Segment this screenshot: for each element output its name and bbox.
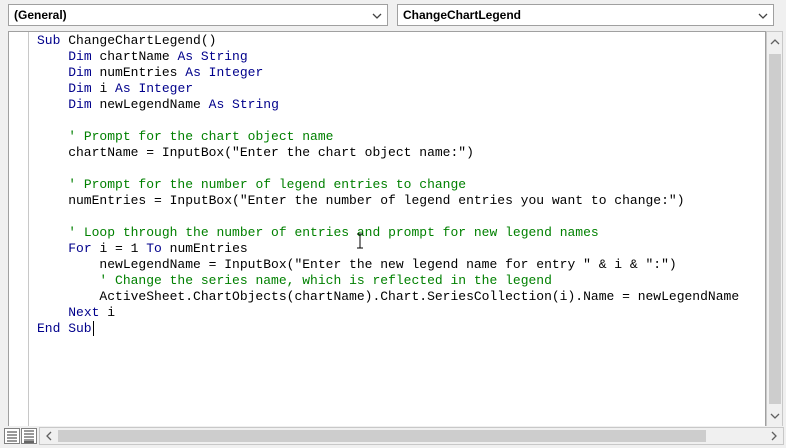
scroll-up-arrow-icon[interactable]	[769, 36, 781, 48]
code-token: i = 1	[99, 241, 147, 256]
procedure-view-icon	[7, 431, 17, 442]
code-line[interactable]: ' Change the series name, which is refle…	[37, 273, 739, 289]
keyword-token: As String	[208, 97, 279, 112]
procedure-dropdown-value: ChangeChartLegend	[403, 8, 522, 22]
code-token: newLegendName	[99, 97, 209, 112]
code-line[interactable]: For i = 1 To numEntries	[37, 241, 739, 257]
horizontal-scrollbar[interactable]	[39, 427, 784, 445]
keyword-token: Dim	[68, 49, 100, 64]
keyword-token: To	[146, 241, 170, 256]
code-line[interactable]	[37, 209, 739, 225]
comment-token: ' Prompt for the chart object name	[68, 129, 334, 144]
code-line[interactable]: Dim numEntries As Integer	[37, 65, 739, 81]
object-dropdown[interactable]: (General)	[8, 4, 388, 26]
keyword-token: Next	[68, 305, 108, 320]
code-line[interactable]: End Sub	[37, 321, 739, 337]
code-line[interactable]: newLegendName = InputBox("Enter the new …	[37, 257, 739, 273]
scroll-right-arrow-icon[interactable]	[768, 430, 780, 442]
object-dropdown-value: (General)	[14, 8, 67, 22]
keyword-token: Dim	[68, 81, 100, 96]
code-line[interactable]: ' Loop through the number of entries and…	[37, 225, 739, 241]
code-line[interactable]: ' Prompt for the chart object name	[37, 129, 739, 145]
full-module-view-icon	[24, 430, 34, 443]
keyword-token: For	[68, 241, 100, 256]
vertical-scrollbar[interactable]	[766, 31, 783, 427]
ibeam-cursor-icon	[357, 233, 363, 249]
keyword-token: Sub	[37, 33, 69, 48]
code-line[interactable]: Dim chartName As String	[37, 49, 739, 65]
code-token: numEntries	[99, 65, 186, 80]
chevron-down-icon[interactable]	[371, 10, 383, 22]
procedure-view-button[interactable]	[4, 428, 20, 444]
code-line[interactable]	[37, 161, 739, 177]
code-line[interactable]: ' Prompt for the number of legend entrie…	[37, 177, 739, 193]
code-line[interactable]: ActiveSheet.ChartObjects(chartName).Char…	[37, 289, 739, 305]
comment-token: ' Change the series name, which is refle…	[99, 273, 552, 288]
code-token: chartName	[99, 49, 178, 64]
full-module-view-button[interactable]	[21, 428, 37, 444]
code-token: numEntries	[169, 241, 248, 256]
code-line[interactable]: Sub ChangeChartLegend()	[37, 33, 739, 49]
vertical-scroll-thumb[interactable]	[769, 54, 781, 404]
code-token: chartName = InputBox("Enter the chart ob…	[37, 145, 474, 160]
keyword-token: As String	[177, 49, 248, 64]
code-token: numEntries = InputBox("Enter the number …	[37, 193, 685, 208]
procedure-dropdown[interactable]: ChangeChartLegend	[397, 4, 774, 26]
bottom-bar	[0, 426, 786, 446]
code-line[interactable]: numEntries = InputBox("Enter the number …	[37, 193, 739, 209]
keyword-token: As Integer	[185, 65, 264, 80]
keyword-token: Dim	[68, 97, 100, 112]
code-line[interactable]: Dim i As Integer	[37, 81, 739, 97]
code-editor[interactable]: Sub ChangeChartLegend() Dim chartName As…	[8, 31, 766, 427]
text-caret	[93, 321, 94, 336]
scroll-down-arrow-icon[interactable]	[769, 410, 781, 422]
keyword-token: As Integer	[115, 81, 194, 96]
keyword-token: Dim	[68, 65, 100, 80]
margin-indicator-bar[interactable]	[9, 32, 29, 426]
scroll-left-arrow-icon[interactable]	[43, 430, 55, 442]
code-token: ActiveSheet.ChartObjects(chartName).Char…	[37, 289, 740, 304]
chevron-down-icon[interactable]	[757, 10, 769, 22]
code-token: i	[99, 81, 116, 96]
code-token: i	[107, 305, 116, 320]
comment-token: ' Prompt for the number of legend entrie…	[68, 177, 467, 192]
code-line[interactable]: Next i	[37, 305, 739, 321]
code-line[interactable]: Dim newLegendName As String	[37, 97, 739, 113]
code-text[interactable]: Sub ChangeChartLegend() Dim chartName As…	[37, 33, 739, 337]
code-token: ChangeChartLegend()	[68, 33, 217, 48]
code-line[interactable]	[37, 113, 739, 129]
code-token: newLegendName = InputBox("Enter the new …	[37, 257, 677, 272]
code-line[interactable]: chartName = InputBox("Enter the chart ob…	[37, 145, 739, 161]
keyword-token: End Sub	[37, 321, 92, 336]
horizontal-scroll-thumb[interactable]	[58, 430, 706, 442]
comment-token: ' Loop through the number of entries and…	[68, 225, 599, 240]
